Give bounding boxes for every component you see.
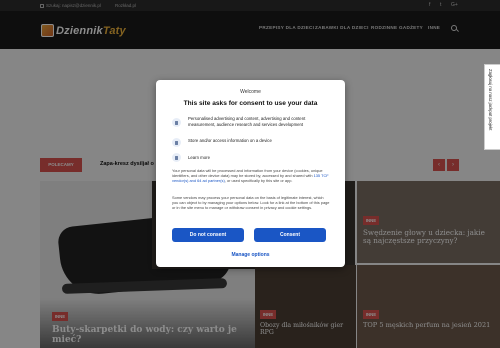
purpose-text: Store and/or access information on a dev…: [188, 138, 272, 143]
chevron-down-icon: [172, 153, 181, 162]
consent-welcome: Welcome: [240, 89, 261, 95]
manage-options-link[interactable]: Manage options: [156, 252, 345, 258]
learn-more-row[interactable]: Learn more: [172, 153, 332, 163]
device-icon: [172, 138, 181, 147]
consent-title: This site asks for consent to use your d…: [183, 100, 318, 107]
consent-body-2: Some vendors may process your personal d…: [172, 195, 330, 210]
side-tab-label: Zagłosuj na nasz jackpot projekt: [488, 69, 493, 131]
consent-body-1: Your personal data will be processed and…: [172, 168, 329, 183]
side-feedback-tab[interactable]: Zagłosuj na nasz jackpot projekt: [484, 64, 500, 150]
consent-button[interactable]: Consent: [254, 228, 326, 242]
purpose-text: Personalised advertising and content, ad…: [188, 116, 306, 127]
do-not-consent-button[interactable]: Do not consent: [172, 228, 244, 242]
learn-more-link[interactable]: Learn more: [188, 155, 333, 161]
purpose-personalised: Personalised advertising and content, ad…: [172, 116, 332, 140]
purpose-storage: Store and/or access information on a dev…: [172, 138, 332, 150]
consent-dialog: Welcome This site asks for consent to us…: [156, 80, 345, 267]
user-icon: [172, 118, 181, 127]
